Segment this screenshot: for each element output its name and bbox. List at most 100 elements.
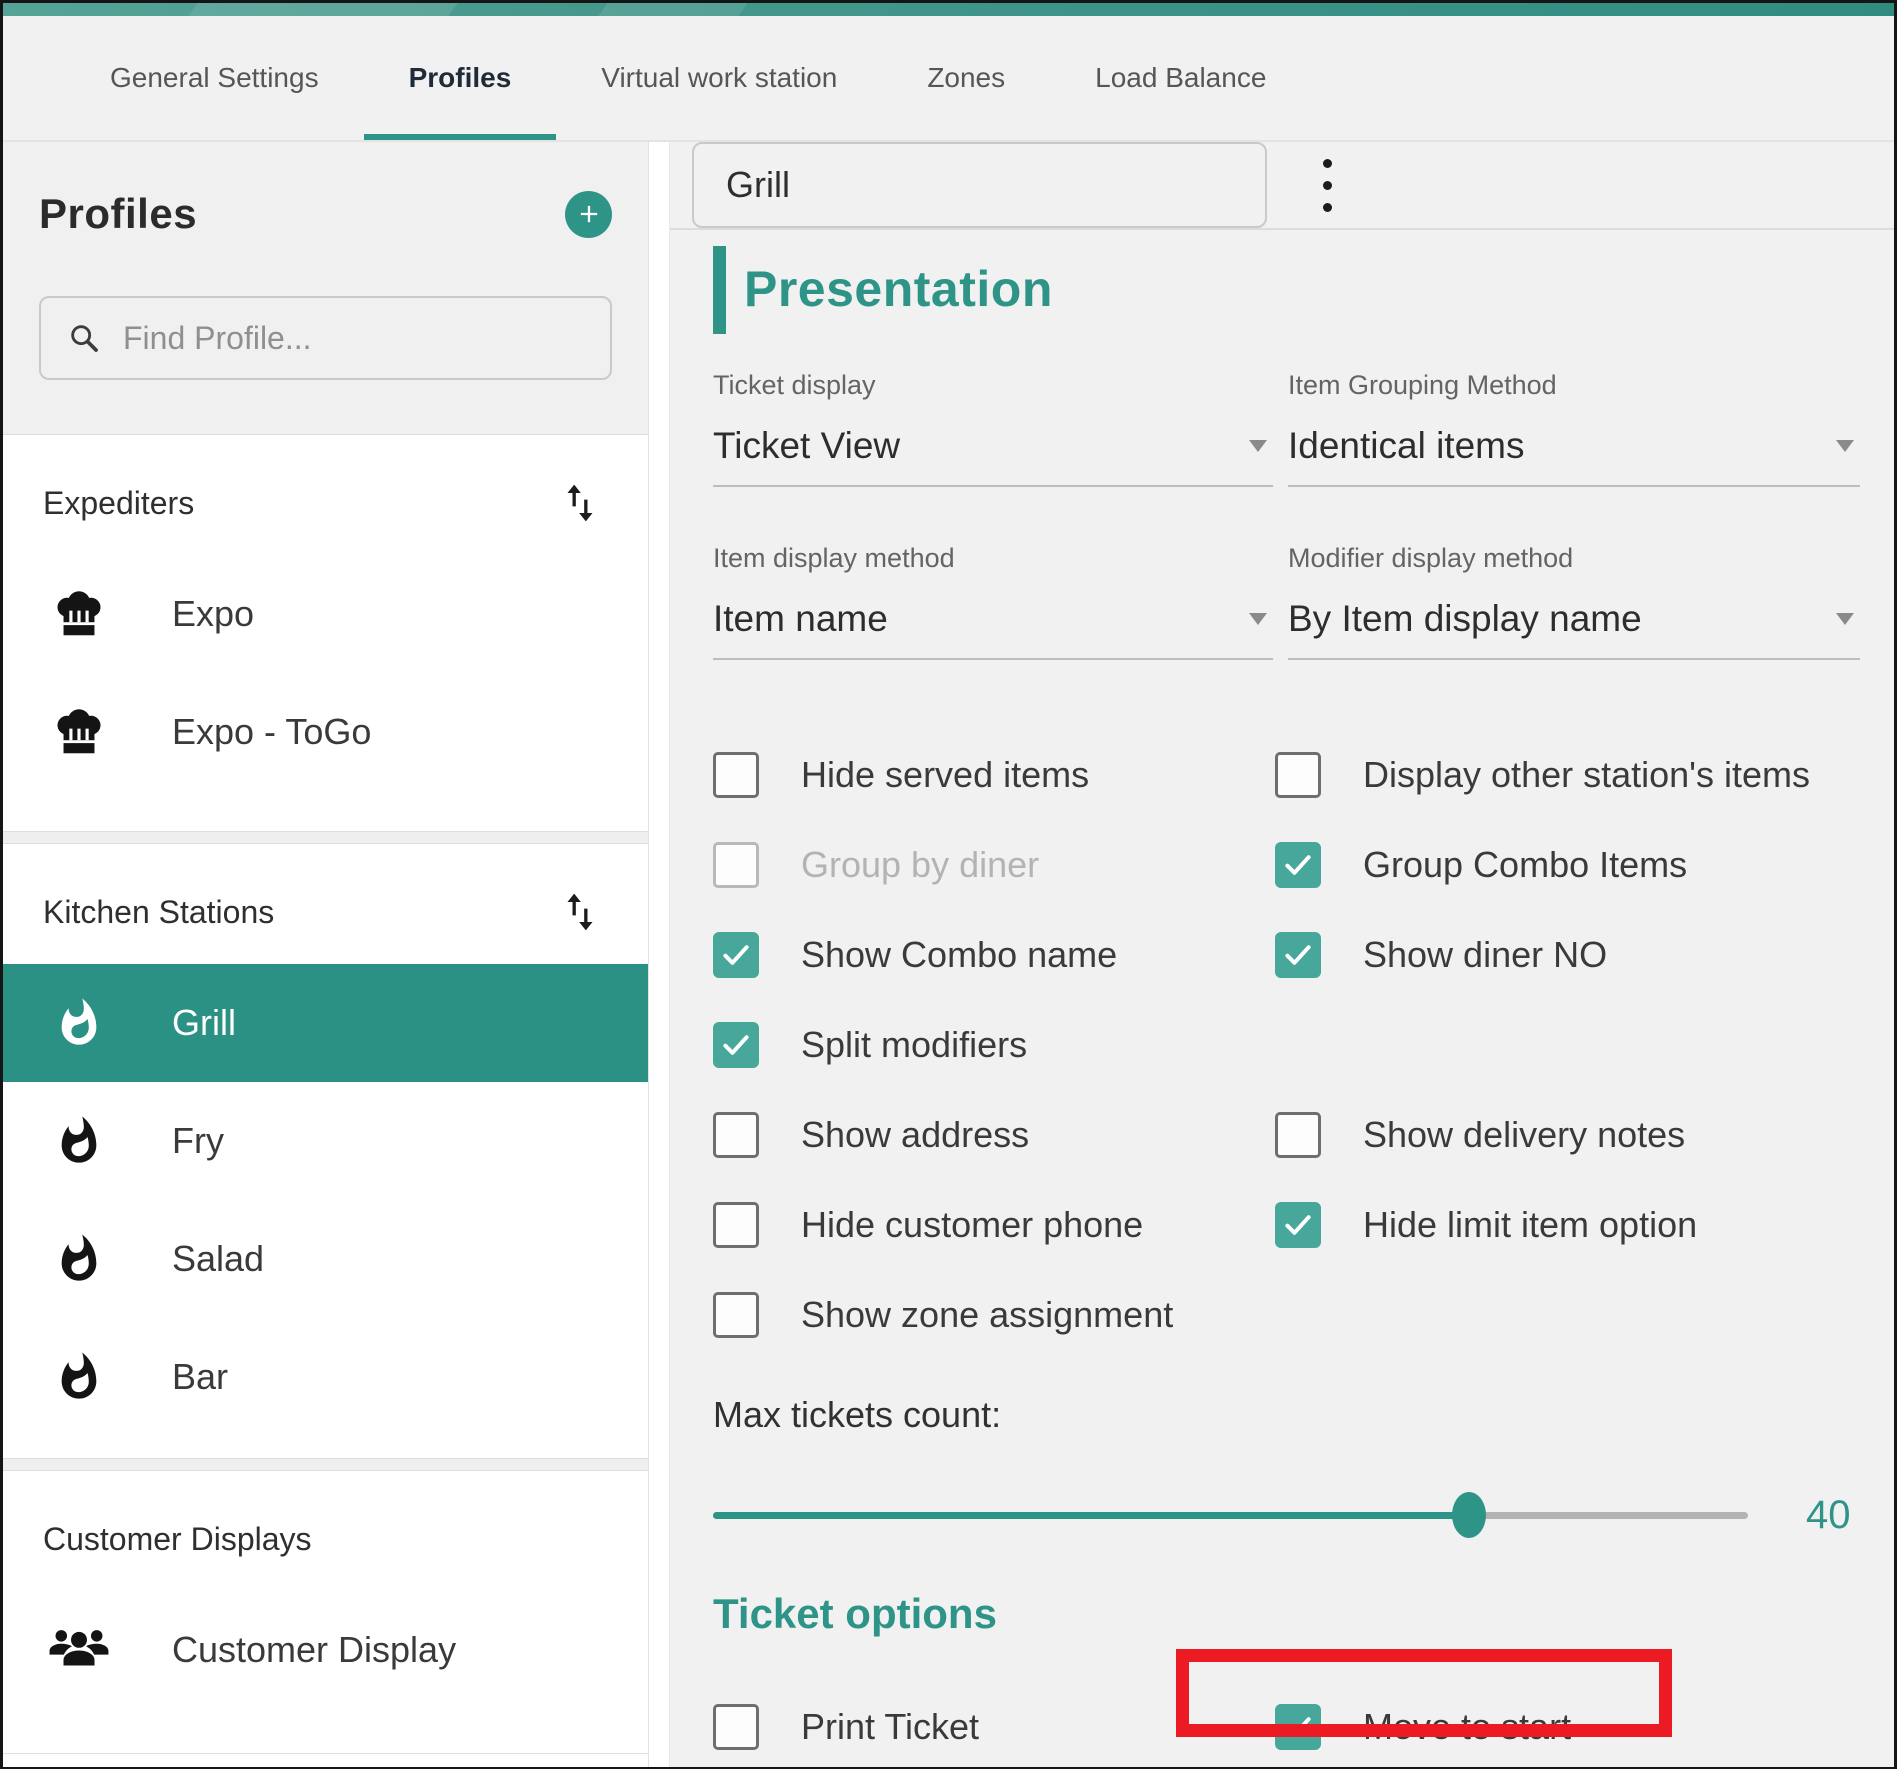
tab-load-balance[interactable]: Load Balance	[1050, 16, 1311, 140]
max-tickets-label: Max tickets count:	[713, 1394, 1894, 1436]
sidebar-item-salad[interactable]: Salad	[3, 1200, 648, 1318]
chevron-down-icon	[1836, 613, 1854, 625]
dropdown-item-grouping: Item Grouping Method Identical items	[1288, 370, 1860, 487]
checkbox-display-other-stations-items: Display other station's items	[1275, 730, 1865, 820]
people-icon	[48, 1622, 110, 1678]
tab-profiles[interactable]: Profiles	[364, 16, 557, 140]
checkbox-show-diner-no: Show diner NO	[1275, 910, 1865, 1000]
sidebar-item-expo-togo[interactable]: Expo - ToGo	[3, 673, 648, 791]
sort-expediters-button[interactable]	[560, 481, 600, 525]
checkbox-checked[interactable]	[1275, 842, 1321, 888]
checkbox-unchecked[interactable]	[713, 1202, 759, 1248]
empty-cell	[1275, 1270, 1865, 1360]
section-divider	[3, 831, 648, 844]
profile-header	[670, 142, 1894, 230]
sidebar-header: Profiles	[3, 142, 648, 435]
section-label: Kitchen Stations	[43, 894, 274, 931]
checkbox-checked[interactable]	[1275, 1704, 1321, 1750]
max-tickets-slider-row: 40	[713, 1492, 1894, 1538]
sidebar-item-label: Expo	[172, 593, 254, 635]
chef-hat-icon	[48, 585, 110, 643]
panel-divider-gutter	[648, 142, 670, 1767]
sidebar-item-bar[interactable]: Bar	[3, 1318, 648, 1436]
item-grouping-select[interactable]: Identical items	[1288, 425, 1860, 487]
tab-zones[interactable]: Zones	[882, 16, 1050, 140]
sidebar-item-label: Bar	[172, 1356, 228, 1398]
slider-fill	[713, 1512, 1469, 1519]
checkbox-unchecked[interactable]	[713, 752, 759, 798]
chevron-down-icon	[1836, 440, 1854, 452]
checkbox-checked[interactable]	[713, 932, 759, 978]
chevron-down-icon	[1249, 440, 1267, 452]
ticket-display-select[interactable]: Ticket View	[713, 425, 1273, 487]
dropdown-label: Item Grouping Method	[1288, 370, 1860, 401]
checkbox-unchecked[interactable]	[713, 1292, 759, 1338]
max-tickets-slider[interactable]	[713, 1512, 1748, 1519]
tab-virtual-work-station[interactable]: Virtual work station	[556, 16, 882, 140]
checkbox-show-combo-name: Show Combo name	[713, 910, 1275, 1000]
kds-settings-window: { "tabs": [ { "label": "General Settings…	[0, 0, 1897, 1769]
check-icon	[719, 938, 753, 972]
checkbox-print-ticket: Print Ticket	[713, 1682, 1275, 1772]
chevron-down-icon	[1249, 613, 1267, 625]
dropdown-label: Ticket display	[713, 370, 1273, 401]
check-icon	[1281, 1710, 1315, 1744]
kebab-menu-icon	[1323, 181, 1332, 190]
sidebar-section-expediters: Expediters Expo Expo - ToGo	[3, 435, 648, 831]
flame-icon	[48, 997, 110, 1049]
dropdown-value: Ticket View	[713, 425, 900, 467]
checkbox-unchecked[interactable]	[713, 1704, 759, 1750]
profile-name-input[interactable]	[692, 142, 1267, 228]
check-icon	[1281, 848, 1315, 882]
sidebar-item-expo[interactable]: Expo	[3, 555, 648, 673]
dropdown-value: Identical items	[1288, 425, 1525, 467]
checkbox-unchecked[interactable]	[1275, 1112, 1321, 1158]
sidebar-item-label: Grill	[172, 1002, 236, 1044]
sidebar-title: Profiles	[39, 190, 197, 238]
dropdown-value: Item name	[713, 598, 888, 640]
find-profile-search[interactable]	[39, 296, 612, 380]
modifier-display-method-select[interactable]: By Item display name	[1288, 598, 1860, 660]
sidebar-item-grill[interactable]: Grill	[3, 964, 648, 1082]
search-input[interactable]	[123, 320, 553, 357]
dropdown-label: Modifier display method	[1288, 543, 1860, 574]
dropdown-ticket-display: Ticket display Ticket View	[713, 370, 1273, 487]
presentation-settings: Presentation Ticket display Ticket View …	[670, 230, 1894, 1772]
checkbox-checked[interactable]	[1275, 1202, 1321, 1248]
checkbox-hide-limit-item-option: Hide limit item option	[1275, 1180, 1865, 1270]
item-display-method-select[interactable]: Item name	[713, 598, 1273, 660]
section-accent-bar	[713, 246, 726, 334]
profile-menu-button[interactable]	[1313, 151, 1342, 220]
profiles-sidebar: Profiles Expediters	[3, 142, 648, 1767]
checkbox-group-combo-items: Group Combo Items	[1275, 820, 1865, 910]
flame-icon	[48, 1233, 110, 1285]
sidebar-item-label: Expo - ToGo	[172, 711, 371, 753]
ticket-options-title: Ticket options	[713, 1590, 1894, 1638]
add-profile-button[interactable]	[565, 191, 612, 238]
dropdown-modifier-display-method: Modifier display method By Item display …	[1288, 543, 1860, 660]
checkbox-checked[interactable]	[713, 1022, 759, 1068]
sort-kitchen-stations-button[interactable]	[560, 890, 600, 934]
max-tickets-value: 40	[1806, 1493, 1851, 1538]
checkbox-split-modifiers: Split modifiers	[713, 1000, 1275, 1090]
check-icon	[1281, 1208, 1315, 1242]
dropdown-item-display-method: Item display method Item name	[713, 543, 1273, 660]
sidebar-section-customer-displays: Customer Displays Customer Display	[3, 1471, 648, 1754]
profile-detail-panel: Presentation Ticket display Ticket View …	[670, 142, 1894, 1767]
checkbox-show-delivery-notes: Show delivery notes	[1275, 1090, 1865, 1180]
flame-icon	[48, 1115, 110, 1167]
kebab-menu-icon	[1323, 159, 1332, 168]
checkbox-move-to-start: Move to start	[1275, 1682, 1865, 1772]
presentation-title: Presentation	[744, 246, 1053, 334]
checkbox-hide-served-items: Hide served items	[713, 730, 1275, 820]
checkbox-unchecked[interactable]	[1275, 752, 1321, 798]
check-icon	[1281, 938, 1315, 972]
sort-arrows-icon	[560, 890, 600, 934]
checkbox-checked[interactable]	[1275, 932, 1321, 978]
slider-thumb[interactable]	[1452, 1492, 1486, 1538]
tab-general-settings[interactable]: General Settings	[65, 16, 364, 140]
sidebar-item-fry[interactable]: Fry	[3, 1082, 648, 1200]
sidebar-item-customer-display[interactable]: Customer Display	[3, 1591, 648, 1709]
checkbox-unchecked[interactable]	[713, 1112, 759, 1158]
sidebar-empty-area	[3, 1754, 648, 1767]
